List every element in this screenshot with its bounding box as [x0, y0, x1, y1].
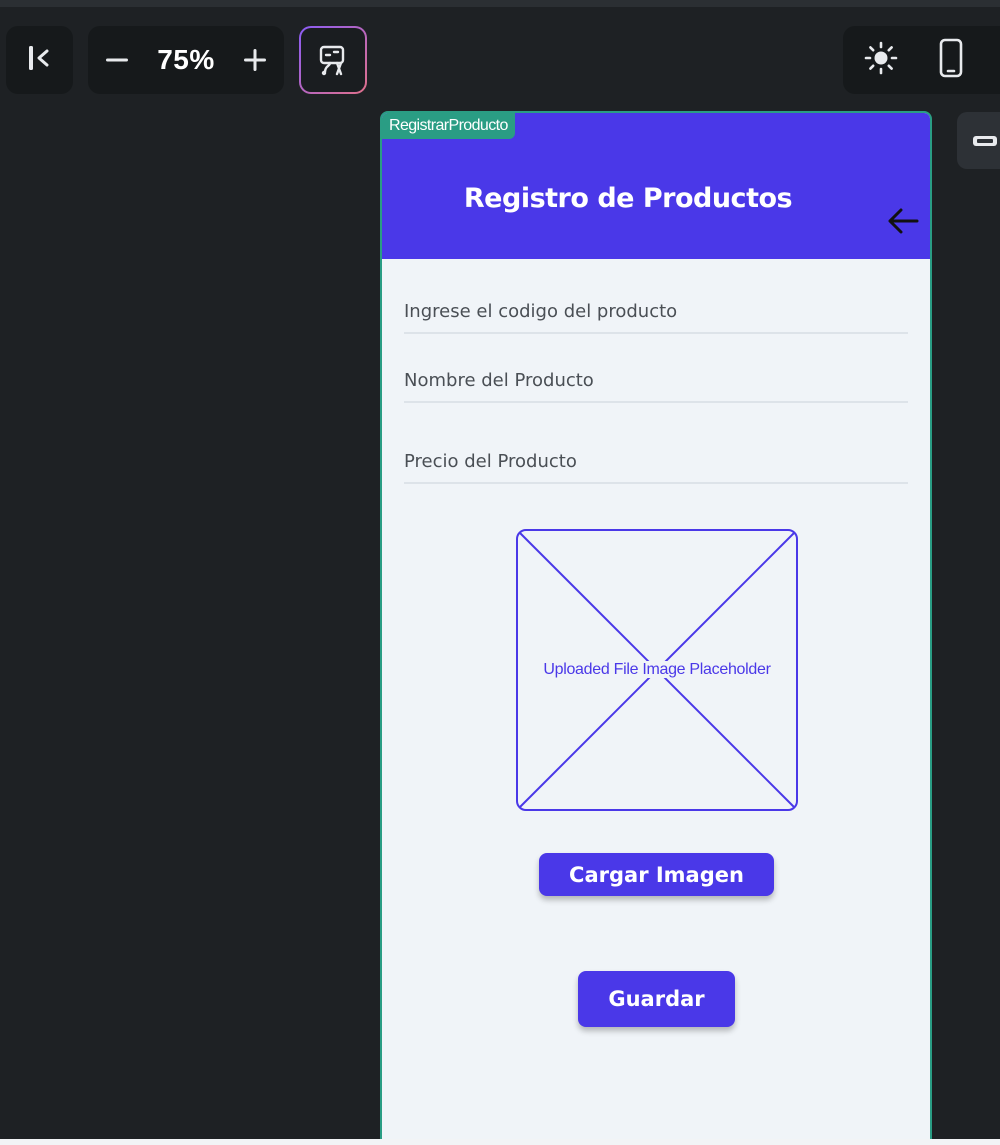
- ai-sparkle-icon: [319, 45, 345, 76]
- product-price-input[interactable]: [404, 440, 908, 482]
- preview-options: [843, 26, 1000, 94]
- frame-label[interactable]: RegistrarProducto: [382, 113, 515, 139]
- product-name-field: [404, 359, 908, 403]
- page-title: Registro de Productos: [463, 183, 793, 214]
- device-preview-button[interactable]: [937, 38, 965, 82]
- component-icon: [973, 135, 997, 146]
- top-edge: [0, 0, 1000, 7]
- arrow-left-icon[interactable]: [886, 206, 920, 236]
- collapse-sidebar-button[interactable]: [6, 26, 73, 94]
- save-button[interactable]: Guardar: [578, 971, 735, 1027]
- phone-icon: [939, 38, 963, 78]
- zoom-level: 75%: [157, 44, 215, 75]
- minus-icon: [106, 58, 128, 62]
- image-placeholder-label: Uploaded File Image Placeholder: [542, 661, 772, 678]
- sun-icon: [864, 41, 898, 75]
- image-placeholder: Uploaded File Image Placeholder: [516, 529, 798, 811]
- theme-toggle-button[interactable]: [863, 40, 899, 80]
- product-name-input[interactable]: [404, 359, 908, 401]
- ai-assist-button[interactable]: [299, 26, 367, 94]
- product-code-input[interactable]: [404, 290, 908, 332]
- zoom-in-button[interactable]: [240, 45, 270, 75]
- zoom-control: 75%: [88, 26, 284, 94]
- plus-icon: [243, 49, 266, 71]
- collapse-panel-icon: [25, 43, 55, 77]
- product-price-field: [404, 440, 908, 484]
- zoom-out-button[interactable]: [102, 45, 132, 75]
- bottom-edge: [0, 1139, 1000, 1145]
- side-panel-tab[interactable]: [957, 112, 1000, 169]
- upload-image-button[interactable]: Cargar Imagen: [539, 853, 774, 896]
- product-code-field: [404, 290, 908, 334]
- screen-frame: RegistrarProducto Registro de Productos …: [380, 111, 932, 1145]
